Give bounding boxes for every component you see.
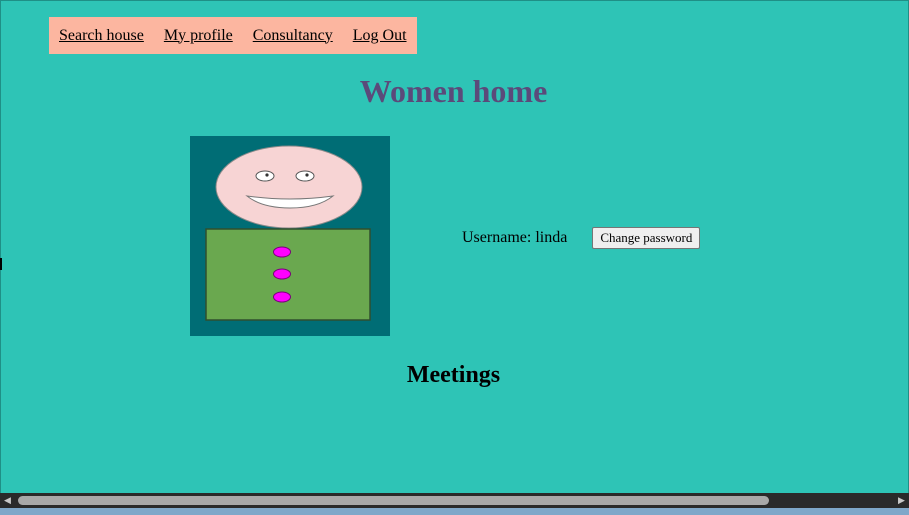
nav-search-house-link[interactable]: Search house [59, 27, 144, 45]
username-label: Username: [462, 229, 532, 246]
bottom-edge-strip [0, 508, 909, 515]
edge-marker [0, 258, 2, 270]
avatar-button-1 [273, 246, 291, 258]
avatar-right-eye [295, 170, 315, 182]
avatar-button-3 [273, 291, 291, 303]
avatar-right-pupil [305, 173, 309, 177]
nav-log-out-link[interactable]: Log Out [353, 27, 407, 45]
horizontal-scrollbar[interactable]: ◀ ▶ [0, 493, 909, 508]
scrollbar-thumb[interactable] [18, 496, 769, 505]
page-title: Women home [359, 73, 548, 109]
user-info: Username: linda Change password [462, 227, 701, 249]
meetings-heading: Meetings [406, 362, 501, 388]
avatar [190, 136, 390, 336]
scroll-left-icon[interactable]: ◀ [0, 493, 15, 508]
avatar-left-pupil [265, 173, 269, 177]
avatar-face [215, 145, 363, 229]
top-nav: Search house My profile Consultancy Log … [49, 17, 417, 54]
change-password-button[interactable]: Change password [592, 227, 701, 249]
avatar-left-eye [255, 170, 275, 182]
username-value: linda [535, 229, 568, 246]
nav-my-profile-link[interactable]: My profile [164, 27, 233, 45]
nav-consultancy-link[interactable]: Consultancy [253, 27, 333, 45]
username-text: Username: linda [462, 229, 567, 247]
scroll-right-icon[interactable]: ▶ [894, 493, 909, 508]
avatar-button-2 [273, 268, 291, 280]
